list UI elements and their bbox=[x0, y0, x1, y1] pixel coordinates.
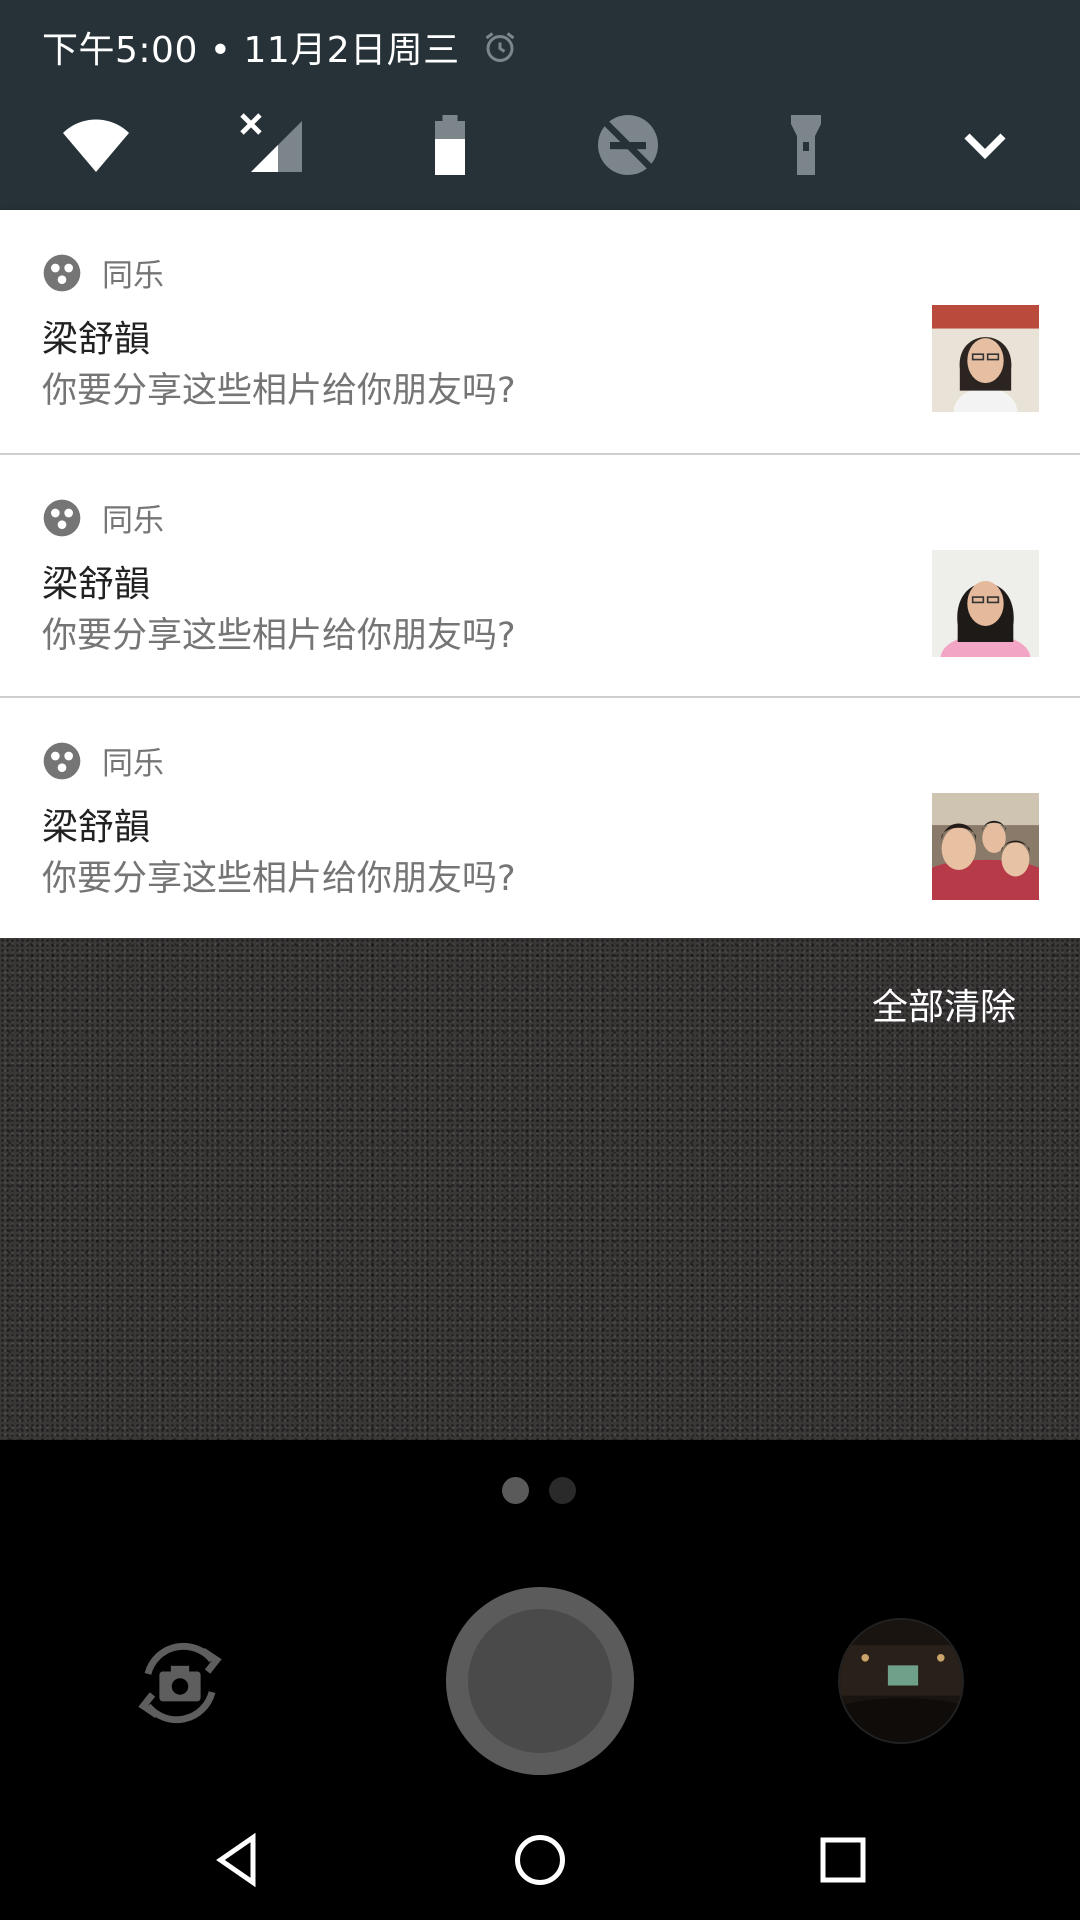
app-tongle-icon bbox=[43, 742, 81, 779]
notification-thumbnail bbox=[932, 305, 1039, 412]
do-not-disturb-icon bbox=[598, 115, 658, 175]
notification-item[interactable]: 同乐 梁舒韻 你要分享这些相片给你朋友吗? bbox=[0, 696, 1080, 939]
notification-item[interactable]: 同乐 梁舒韻 你要分享这些相片给你朋友吗? bbox=[0, 453, 1080, 696]
time-date: 下午5:00 • 11月2日周三 bbox=[42, 30, 460, 71]
notification-app-name: 同乐 bbox=[102, 503, 164, 539]
camera-preview[interactable]: 全部清除 bbox=[0, 938, 1080, 1440]
notification-title: 梁舒韻 bbox=[42, 564, 151, 605]
wifi-tile[interactable] bbox=[56, 105, 136, 185]
expand-quick-settings-button[interactable] bbox=[945, 105, 1025, 185]
notification-thumbnail bbox=[932, 793, 1039, 900]
switch-camera-button[interactable] bbox=[125, 1628, 235, 1738]
dnd-tile[interactable] bbox=[588, 105, 668, 185]
notification-title: 梁舒韻 bbox=[42, 807, 151, 848]
portrait-photo-icon bbox=[932, 550, 1039, 657]
switch-camera-icon bbox=[138, 1642, 222, 1724]
notification-app-header: 同乐 bbox=[42, 495, 164, 540]
last-photo-thumbnail bbox=[840, 1620, 962, 1742]
back-button[interactable] bbox=[200, 1822, 276, 1898]
gallery-thumbnail-button[interactable] bbox=[838, 1618, 964, 1744]
wifi-icon bbox=[63, 119, 129, 172]
expand-chevron-icon bbox=[964, 133, 1006, 160]
notification-app-name: 同乐 bbox=[102, 746, 164, 782]
notification-app-header: 同乐 bbox=[42, 250, 164, 295]
notification-text: 你要分享这些相片给你朋友吗? bbox=[42, 859, 516, 899]
alarm-clock-icon bbox=[485, 32, 515, 62]
flashlight-icon bbox=[791, 115, 821, 175]
flashlight-tile[interactable] bbox=[766, 105, 846, 185]
notification-text: 你要分享这些相片给你朋友吗? bbox=[42, 616, 516, 656]
notification-title: 梁舒韻 bbox=[42, 319, 151, 360]
app-tongle-icon bbox=[43, 499, 81, 536]
notification-panel: 同乐 梁舒韻 你要分享这些相片给你朋友吗? 同乐 梁舒韻 你要分享这些相片给你朋… bbox=[0, 210, 1080, 938]
quick-settings-header: 下午5:00 • 11月2日周三 bbox=[0, 0, 1080, 210]
battery-tile[interactable] bbox=[410, 105, 490, 185]
status-bar: 下午5:00 • 11月2日周三 bbox=[42, 22, 518, 72]
recents-button[interactable] bbox=[805, 1822, 881, 1898]
page-indicator-dot-active bbox=[502, 1477, 529, 1504]
page-indicator-dot bbox=[549, 1477, 576, 1504]
cellular-tile[interactable] bbox=[232, 105, 312, 185]
battery-icon bbox=[435, 115, 465, 175]
back-icon bbox=[216, 1832, 256, 1888]
shutter-button[interactable] bbox=[446, 1587, 634, 1775]
notification-text: 你要分享这些相片给你朋友吗? bbox=[42, 371, 516, 411]
portrait-photo-icon bbox=[932, 305, 1039, 412]
home-button[interactable] bbox=[502, 1822, 578, 1898]
cellular-no-sim-icon bbox=[240, 113, 302, 172]
notification-app-name: 同乐 bbox=[102, 258, 164, 294]
notification-thumbnail bbox=[932, 550, 1039, 657]
clear-all-button[interactable]: 全部清除 bbox=[872, 978, 1016, 1030]
app-tongle-icon bbox=[43, 254, 81, 291]
notification-item[interactable]: 同乐 梁舒韻 你要分享这些相片给你朋友吗? bbox=[0, 210, 1080, 453]
recents-icon bbox=[820, 1837, 866, 1883]
group-photo-icon bbox=[932, 793, 1039, 900]
notification-app-header: 同乐 bbox=[42, 738, 164, 783]
home-icon bbox=[515, 1835, 565, 1885]
